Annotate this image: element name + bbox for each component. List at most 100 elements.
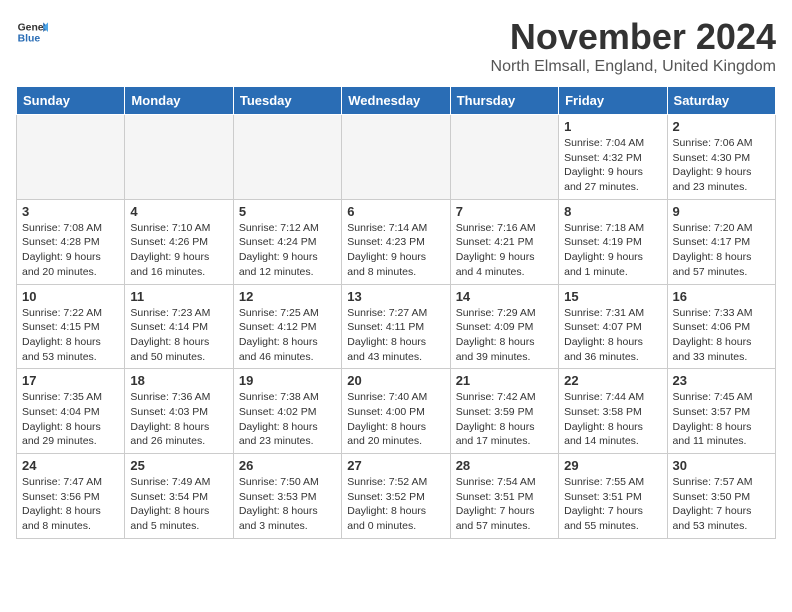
weekday-header-monday: Monday bbox=[125, 87, 233, 115]
day-info: Sunrise: 7:23 AM Sunset: 4:14 PM Dayligh… bbox=[130, 306, 227, 365]
calendar-cell: 20Sunrise: 7:40 AM Sunset: 4:00 PM Dayli… bbox=[342, 369, 450, 454]
day-number: 27 bbox=[347, 458, 444, 473]
day-number: 19 bbox=[239, 373, 336, 388]
calendar-cell: 2Sunrise: 7:06 AM Sunset: 4:30 PM Daylig… bbox=[667, 115, 775, 200]
day-info: Sunrise: 7:54 AM Sunset: 3:51 PM Dayligh… bbox=[456, 475, 553, 534]
day-number: 11 bbox=[130, 289, 227, 304]
day-info: Sunrise: 7:35 AM Sunset: 4:04 PM Dayligh… bbox=[22, 390, 119, 449]
week-row-3: 10 Sunrise: 7:22 AM Sunset: 4:15 PM Dayli… bbox=[17, 284, 776, 369]
day-number: 17 bbox=[22, 373, 119, 388]
calendar-cell: 22 Sunrise: 7:44 AM Sunset: 3:58 PM Dayli… bbox=[559, 369, 667, 454]
week-row-5: 24 Sunrise: 7:47 AM Sunset: 3:56 PM Dayli… bbox=[17, 454, 776, 539]
calendar-cell: 8 Sunrise: 7:18 AM Sunset: 4:19 PM Daylig… bbox=[559, 199, 667, 284]
calendar-cell: 4 Sunrise: 7:10 AM Sunset: 4:26 PM Daylig… bbox=[125, 199, 233, 284]
calendar-cell bbox=[450, 115, 558, 200]
day-number: 5 bbox=[239, 204, 336, 219]
day-info: Sunrise: 7:40 AM Sunset: 4:00 PM Dayligh… bbox=[347, 390, 444, 449]
day-info: Sunrise: 7:08 AM Sunset: 4:28 PM Dayligh… bbox=[22, 221, 119, 280]
month-title: November 2024 bbox=[491, 16, 776, 58]
day-number: 16 bbox=[673, 289, 770, 304]
logo: General Blue bbox=[16, 16, 48, 48]
weekday-header-row: SundayMondayTuesdayWednesdayThursdayFrid… bbox=[17, 87, 776, 115]
weekday-header-friday: Friday bbox=[559, 87, 667, 115]
day-info: Sunrise: 7:25 AM Sunset: 4:12 PM Dayligh… bbox=[239, 306, 336, 365]
day-info: Sunrise: 7:10 AM Sunset: 4:26 PM Dayligh… bbox=[130, 221, 227, 280]
day-info: Sunrise: 7:49 AM Sunset: 3:54 PM Dayligh… bbox=[130, 475, 227, 534]
day-info: Sunrise: 7:12 AM Sunset: 4:24 PM Dayligh… bbox=[239, 221, 336, 280]
day-info: Sunrise: 7:22 AM Sunset: 4:15 PM Dayligh… bbox=[22, 306, 119, 365]
calendar-cell bbox=[342, 115, 450, 200]
day-number: 1 bbox=[564, 119, 661, 134]
calendar-cell: 1 Sunrise: 7:04 AM Sunset: 4:32 PM Daylig… bbox=[559, 115, 667, 200]
day-info: Sunrise: 7:42 AM Sunset: 3:59 PM Dayligh… bbox=[456, 390, 553, 449]
calendar-cell: 6 Sunrise: 7:14 AM Sunset: 4:23 PM Daylig… bbox=[342, 199, 450, 284]
calendar-cell: 3 Sunrise: 7:08 AM Sunset: 4:28 PM Daylig… bbox=[17, 199, 125, 284]
calendar-cell: 29Sunrise: 7:55 AM Sunset: 3:51 PM Dayli… bbox=[559, 454, 667, 539]
day-info: Sunrise: 7:14 AM Sunset: 4:23 PM Dayligh… bbox=[347, 221, 444, 280]
weekday-header-saturday: Saturday bbox=[667, 87, 775, 115]
day-number: 22 bbox=[564, 373, 661, 388]
day-info: Sunrise: 7:45 AM Sunset: 3:57 PM Dayligh… bbox=[673, 390, 770, 449]
svg-text:Blue: Blue bbox=[18, 34, 41, 45]
day-info: Sunrise: 7:18 AM Sunset: 4:19 PM Dayligh… bbox=[564, 221, 661, 280]
day-info: Sunrise: 7:16 AM Sunset: 4:21 PM Dayligh… bbox=[456, 221, 553, 280]
calendar-cell bbox=[17, 115, 125, 200]
day-info: Sunrise: 7:04 AM Sunset: 4:32 PM Dayligh… bbox=[564, 136, 661, 195]
header: General Blue November 2024 North Elmsall… bbox=[16, 16, 776, 76]
day-number: 3 bbox=[22, 204, 119, 219]
day-number: 9 bbox=[673, 204, 770, 219]
calendar-cell bbox=[125, 115, 233, 200]
calendar-cell: 25 Sunrise: 7:49 AM Sunset: 3:54 PM Dayli… bbox=[125, 454, 233, 539]
day-info: Sunrise: 7:33 AM Sunset: 4:06 PM Dayligh… bbox=[673, 306, 770, 365]
calendar-cell: 26 Sunrise: 7:50 AM Sunset: 3:53 PM Dayli… bbox=[233, 454, 341, 539]
day-info: Sunrise: 7:20 AM Sunset: 4:17 PM Dayligh… bbox=[673, 221, 770, 280]
weekday-header-sunday: Sunday bbox=[17, 87, 125, 115]
day-number: 6 bbox=[347, 204, 444, 219]
calendar-cell: 14Sunrise: 7:29 AM Sunset: 4:09 PM Dayli… bbox=[450, 284, 558, 369]
day-info: Sunrise: 7:27 AM Sunset: 4:11 PM Dayligh… bbox=[347, 306, 444, 365]
calendar-table: SundayMondayTuesdayWednesdayThursdayFrid… bbox=[16, 86, 776, 539]
calendar-cell: 5 Sunrise: 7:12 AM Sunset: 4:24 PM Daylig… bbox=[233, 199, 341, 284]
day-number: 18 bbox=[130, 373, 227, 388]
day-info: Sunrise: 7:50 AM Sunset: 3:53 PM Dayligh… bbox=[239, 475, 336, 534]
day-info: Sunrise: 7:55 AM Sunset: 3:51 PM Dayligh… bbox=[564, 475, 661, 534]
calendar-cell: 23Sunrise: 7:45 AM Sunset: 3:57 PM Dayli… bbox=[667, 369, 775, 454]
day-number: 30 bbox=[673, 458, 770, 473]
day-number: 15 bbox=[564, 289, 661, 304]
calendar-cell bbox=[233, 115, 341, 200]
title-area: November 2024 North Elmsall, England, Un… bbox=[491, 16, 776, 76]
day-number: 24 bbox=[22, 458, 119, 473]
day-info: Sunrise: 7:36 AM Sunset: 4:03 PM Dayligh… bbox=[130, 390, 227, 449]
calendar-cell: 19Sunrise: 7:38 AM Sunset: 4:02 PM Dayli… bbox=[233, 369, 341, 454]
day-info: Sunrise: 7:47 AM Sunset: 3:56 PM Dayligh… bbox=[22, 475, 119, 534]
calendar-cell: 17 Sunrise: 7:35 AM Sunset: 4:04 PM Dayli… bbox=[17, 369, 125, 454]
calendar-cell: 9 Sunrise: 7:20 AM Sunset: 4:17 PM Daylig… bbox=[667, 199, 775, 284]
location-title: North Elmsall, England, United Kingdom bbox=[491, 58, 776, 76]
day-number: 13 bbox=[347, 289, 444, 304]
calendar-cell: 10 Sunrise: 7:22 AM Sunset: 4:15 PM Dayli… bbox=[17, 284, 125, 369]
calendar-cell: 15 Sunrise: 7:31 AM Sunset: 4:07 PM Dayli… bbox=[559, 284, 667, 369]
day-number: 7 bbox=[456, 204, 553, 219]
calendar-cell: 27Sunrise: 7:52 AM Sunset: 3:52 PM Dayli… bbox=[342, 454, 450, 539]
day-number: 14 bbox=[456, 289, 553, 304]
day-number: 4 bbox=[130, 204, 227, 219]
day-number: 26 bbox=[239, 458, 336, 473]
day-info: Sunrise: 7:06 AM Sunset: 4:30 PM Dayligh… bbox=[673, 136, 770, 195]
day-number: 21 bbox=[456, 373, 553, 388]
calendar-cell: 30 Sunrise: 7:57 AM Sunset: 3:50 PM Dayli… bbox=[667, 454, 775, 539]
day-info: Sunrise: 7:57 AM Sunset: 3:50 PM Dayligh… bbox=[673, 475, 770, 534]
day-number: 28 bbox=[456, 458, 553, 473]
calendar-cell: 28 Sunrise: 7:54 AM Sunset: 3:51 PM Dayli… bbox=[450, 454, 558, 539]
calendar-cell: 12Sunrise: 7:25 AM Sunset: 4:12 PM Dayli… bbox=[233, 284, 341, 369]
weekday-header-tuesday: Tuesday bbox=[233, 87, 341, 115]
calendar-cell: 24 Sunrise: 7:47 AM Sunset: 3:56 PM Dayli… bbox=[17, 454, 125, 539]
day-info: Sunrise: 7:31 AM Sunset: 4:07 PM Dayligh… bbox=[564, 306, 661, 365]
day-number: 8 bbox=[564, 204, 661, 219]
week-row-4: 17 Sunrise: 7:35 AM Sunset: 4:04 PM Dayli… bbox=[17, 369, 776, 454]
day-number: 25 bbox=[130, 458, 227, 473]
day-info: Sunrise: 7:44 AM Sunset: 3:58 PM Dayligh… bbox=[564, 390, 661, 449]
calendar-cell: 21 Sunrise: 7:42 AM Sunset: 3:59 PM Dayli… bbox=[450, 369, 558, 454]
calendar-cell: 18 Sunrise: 7:36 AM Sunset: 4:03 PM Dayli… bbox=[125, 369, 233, 454]
day-number: 10 bbox=[22, 289, 119, 304]
calendar-cell: 7 Sunrise: 7:16 AM Sunset: 4:21 PM Daylig… bbox=[450, 199, 558, 284]
